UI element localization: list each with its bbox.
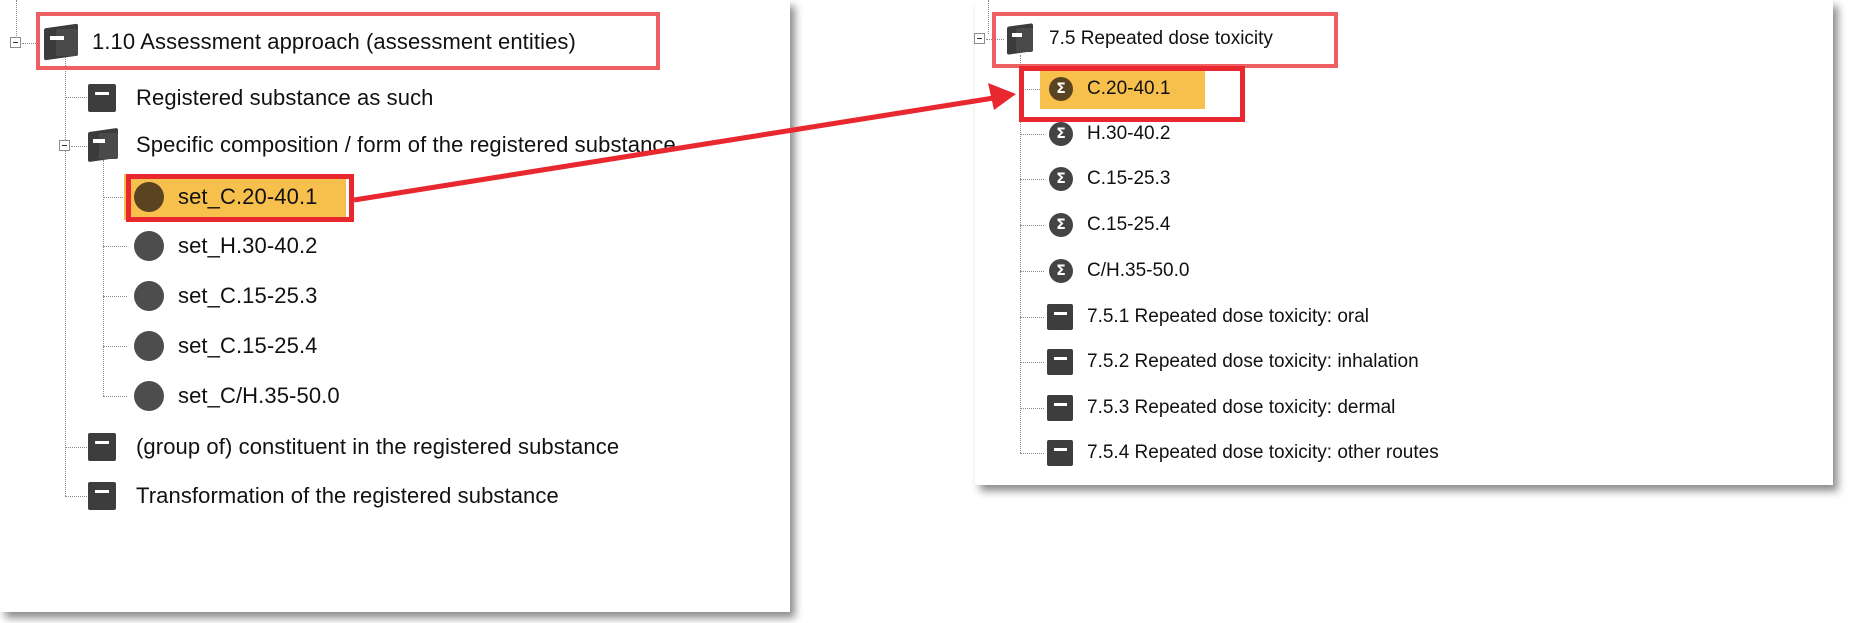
- arrow-head: [988, 83, 1016, 110]
- link-arrow: [353, 83, 1016, 203]
- arrow-line: [353, 94, 1001, 203]
